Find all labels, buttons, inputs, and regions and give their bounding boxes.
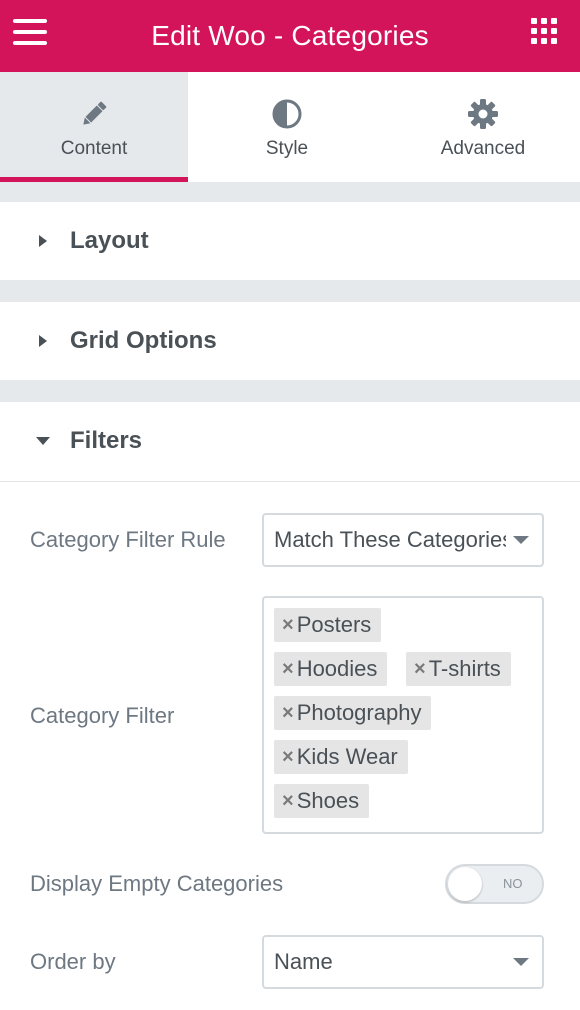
tag-chip: × Shoes (274, 784, 370, 818)
category-filter-multiselect[interactable]: × Posters × Hoodies × T-shirts × Photogr… (262, 596, 544, 834)
section-gap (0, 280, 580, 302)
tag-label: Hoodies (296, 656, 378, 681)
order-by-label: Order by (30, 949, 116, 974)
section-gap (0, 182, 580, 202)
section-filters[interactable]: Filters (0, 402, 580, 481)
tag-label: T-shirts (428, 656, 501, 681)
display-empty-categories-toggle[interactable]: NO (445, 864, 544, 904)
hamburger-icon[interactable] (13, 19, 47, 45)
close-icon[interactable]: × (282, 614, 294, 637)
section-grid-options[interactable]: Grid Options (0, 302, 580, 380)
section-gap (0, 380, 580, 402)
section-title: Layout (70, 227, 149, 254)
tag-chip: × Kids Wear (274, 740, 408, 774)
divider (0, 481, 580, 482)
category-filter-label: Category Filter (30, 703, 175, 728)
tag-chip: × T-shirts (406, 652, 511, 686)
tag-label: Posters (296, 612, 372, 637)
caret-right-icon (39, 235, 47, 247)
close-icon[interactable]: × (282, 702, 294, 725)
pencil-icon (83, 101, 107, 125)
grid-icon[interactable] (531, 18, 558, 45)
display-empty-categories-label: Display Empty Categories (30, 871, 284, 896)
tag-label: Photography (296, 700, 422, 725)
toggle-state-label: NO (503, 876, 523, 891)
editor-tabs: Content Style Advanced (0, 72, 580, 182)
close-icon[interactable]: × (282, 746, 294, 769)
category-filter-rule-select[interactable]: Match These Categories (262, 513, 544, 567)
select-value: Name (274, 949, 333, 974)
tab-content[interactable]: Content (0, 72, 188, 182)
order-by-select[interactable]: Name (262, 935, 544, 989)
tab-label: Advanced (440, 138, 526, 159)
section-layout[interactable]: Layout (0, 202, 580, 280)
caret-right-icon (39, 335, 47, 347)
category-filter-rule-label: Category Filter Rule (30, 527, 226, 552)
tag-label: Shoes (296, 788, 360, 813)
panel-title: Edit Woo - Categories (151, 20, 429, 51)
close-icon[interactable]: × (282, 790, 294, 813)
section-title: Grid Options (70, 327, 217, 354)
select-value: Match These Categories (274, 527, 506, 552)
tag-chip: × Photography (274, 696, 432, 730)
tab-label: Content (60, 138, 128, 159)
tab-style[interactable]: Style (188, 72, 386, 182)
close-icon[interactable]: × (282, 658, 294, 681)
tag-chip: × Posters (274, 608, 382, 642)
caret-down-icon (36, 437, 50, 445)
gear-icon (468, 99, 498, 129)
close-icon[interactable]: × (414, 658, 426, 681)
chevron-down-icon (513, 958, 529, 966)
chevron-down-icon (513, 536, 529, 544)
toggle-knob (448, 867, 482, 901)
panel-header: Edit Woo - Categories (0, 0, 580, 72)
tab-label: Style (265, 138, 309, 159)
section-title: Filters (70, 427, 143, 454)
tag-label: Kids Wear (296, 744, 398, 769)
tab-advanced[interactable]: Advanced (386, 72, 580, 182)
tag-chip: × Hoodies (274, 652, 388, 686)
half-circle-icon (272, 99, 302, 129)
